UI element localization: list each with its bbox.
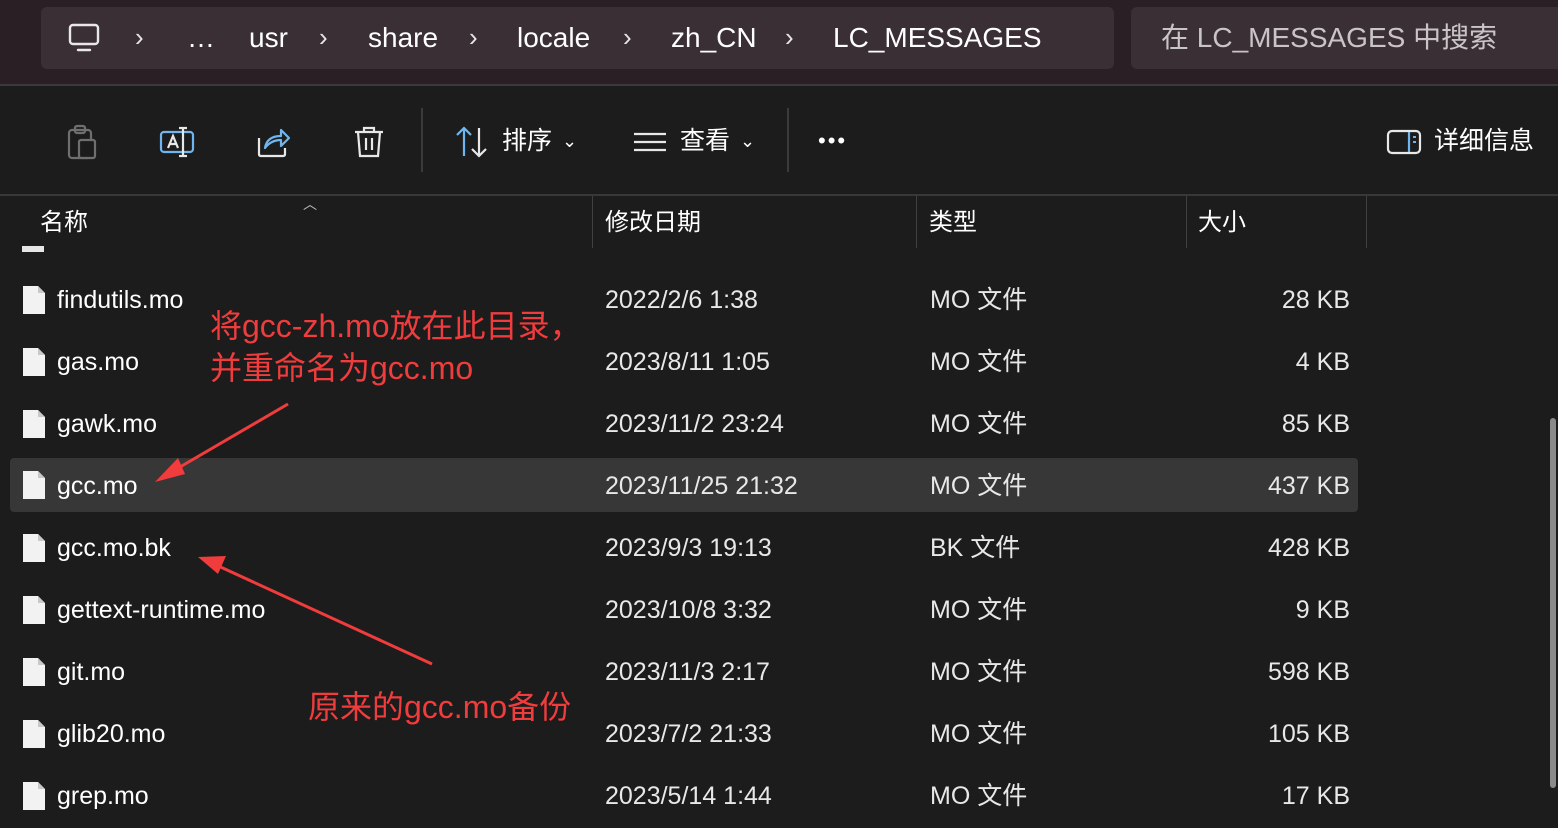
file-icon: [22, 246, 44, 252]
file-size: 428 KB: [1267, 534, 1350, 562]
file-date: 2023/11/2 23:24: [605, 410, 784, 438]
file-size: 28 KB: [1281, 286, 1350, 314]
computer-icon[interactable]: [67, 21, 101, 55]
sort-ascending-icon: ︿: [303, 196, 317, 212]
chevron-right-icon: ›: [623, 22, 632, 52]
details-pane-icon: [1386, 129, 1422, 155]
search-placeholder: 在 LC_MESSAGES 中搜索: [1161, 22, 1498, 53]
chevron-right-icon: ›: [785, 22, 794, 52]
column-separator[interactable]: [1186, 196, 1187, 248]
file-date: 2023/9/3 19:13: [605, 534, 772, 562]
column-header-type[interactable]: 类型: [929, 196, 977, 250]
toolbar-separator: [787, 108, 789, 172]
file-icon: [23, 471, 45, 499]
chevron-right-icon: ›: [469, 22, 478, 52]
breadcrumb-locale[interactable]: locale: [517, 7, 590, 69]
command-bar: 排序 ⌄ 查看 ⌄ ••• 详细信息: [0, 86, 1558, 194]
file-icon: [23, 348, 45, 376]
chevron-down-icon: ⌄: [740, 131, 756, 151]
file-name: gas.mo: [57, 348, 139, 376]
file-size: 9 KB: [1295, 596, 1350, 624]
file-name: grep.mo: [57, 782, 149, 810]
file-date: 2023/11/25 21:32: [605, 472, 798, 500]
file-name: gcc.mo.bk: [57, 534, 171, 562]
file-type: MO 文件: [930, 348, 1028, 376]
table-row[interactable]: gawk.mo 2023/11/2 23:24 MO 文件 85 KB: [10, 394, 1358, 454]
table-row[interactable]: gettext-runtime.mo 2023/10/8 3:32 MO 文件 …: [10, 580, 1358, 640]
sort-label: 排序: [502, 127, 553, 155]
details-label: 详细信息: [1434, 127, 1535, 155]
chevron-right-icon: ›: [135, 22, 144, 52]
file-icon: [23, 534, 45, 562]
sort-icon: [456, 126, 487, 158]
file-date: 2023/7/2 21:33: [605, 720, 772, 748]
file-date: 2023/8/11 1:05: [605, 348, 770, 376]
toolbar-separator: [421, 108, 423, 172]
column-header-name[interactable]: 名称: [40, 196, 88, 250]
file-name: glib20.mo: [57, 720, 166, 748]
file-size: 598 KB: [1267, 658, 1350, 686]
file-size: 17 KB: [1281, 782, 1350, 810]
file-date: 2023/5/14 1:44: [605, 782, 772, 810]
search-input[interactable]: 在 LC_MESSAGES 中搜索: [1131, 7, 1558, 69]
file-type: MO 文件: [930, 720, 1028, 748]
file-type: MO 文件: [930, 472, 1028, 500]
file-icon: [23, 720, 45, 748]
title-bar: › … usr › share › locale › zh_CN › LC_ME…: [0, 0, 1558, 84]
breadcrumb-overflow[interactable]: …: [187, 7, 215, 69]
column-separator[interactable]: [1366, 196, 1367, 248]
column-header-date[interactable]: 修改日期: [605, 196, 701, 250]
file-size: 105 KB: [1267, 720, 1350, 748]
breadcrumb-lc-messages[interactable]: LC_MESSAGES: [833, 7, 1042, 69]
file-name: gcc.mo: [57, 472, 138, 500]
file-type: MO 文件: [930, 286, 1028, 314]
column-header-row: ︿ 名称 修改日期 类型 大小: [0, 196, 1558, 250]
annotation-instruction-line1: 将gcc-zh.mo放在此目录，: [210, 308, 582, 344]
table-row[interactable]: grep.mo 2023/5/14 1:44 MO 文件 17 KB: [10, 766, 1358, 826]
delete-icon[interactable]: [349, 122, 389, 162]
file-date: 2022/2/6 1:38: [605, 286, 758, 314]
file-icon: [23, 658, 45, 686]
table-row[interactable]: git.mo 2023/11/3 2:17 MO 文件 598 KB: [10, 642, 1358, 702]
file-type: BK 文件: [930, 534, 1021, 562]
file-name: findutils.mo: [57, 286, 184, 314]
share-icon[interactable]: [253, 122, 293, 162]
breadcrumb-zh-cn[interactable]: zh_CN: [671, 7, 757, 69]
file-size: 437 KB: [1267, 472, 1350, 500]
table-row-selected[interactable]: gcc.mo 2023/11/25 21:32 MO 文件 437 KB: [10, 458, 1358, 512]
paste-icon[interactable]: [61, 122, 101, 162]
column-separator[interactable]: [592, 196, 593, 248]
file-name: git.mo: [57, 658, 126, 686]
vertical-scrollbar[interactable]: [1550, 418, 1556, 788]
annotation-instruction-line2: 并重命名为gcc.mo: [210, 350, 474, 386]
file-icon: [23, 782, 45, 810]
table-row[interactable]: gcc.mo.bk 2023/9/3 19:13 BK 文件 428 KB: [10, 518, 1358, 578]
file-icon: [23, 410, 45, 438]
chevron-down-icon: ⌄: [562, 131, 578, 151]
file-date: 2023/10/8 3:32: [605, 596, 772, 624]
view-icon: [634, 132, 666, 152]
table-row[interactable]: glib20.mo 2023/7/2 21:33 MO 文件 105 KB: [10, 704, 1358, 764]
annotation-backup-note: 原来的gcc.mo备份: [308, 689, 572, 725]
file-size: 85 KB: [1281, 410, 1350, 438]
rename-icon[interactable]: [157, 122, 197, 162]
file-name: gettext-runtime.mo: [57, 596, 266, 624]
breadcrumb-share[interactable]: share: [368, 7, 438, 69]
file-type: MO 文件: [930, 410, 1028, 438]
chevron-right-icon: ›: [319, 22, 328, 52]
view-label: 查看: [680, 127, 731, 155]
file-date: 2023/11/3 2:17: [605, 658, 770, 686]
file-size: 4 KB: [1295, 348, 1350, 376]
file-icon: [23, 286, 45, 314]
column-separator[interactable]: [916, 196, 917, 248]
file-name: gawk.mo: [57, 410, 158, 438]
address-bar[interactable]: › … usr › share › locale › zh_CN › LC_ME…: [41, 7, 1114, 69]
file-icon: [23, 596, 45, 624]
file-type: MO 文件: [930, 782, 1028, 810]
file-type: MO 文件: [930, 596, 1028, 624]
breadcrumb-usr[interactable]: usr: [249, 7, 288, 69]
column-header-size[interactable]: 大小: [1198, 196, 1246, 250]
more-options-button[interactable]: •••: [818, 116, 847, 166]
file-type: MO 文件: [930, 658, 1028, 686]
